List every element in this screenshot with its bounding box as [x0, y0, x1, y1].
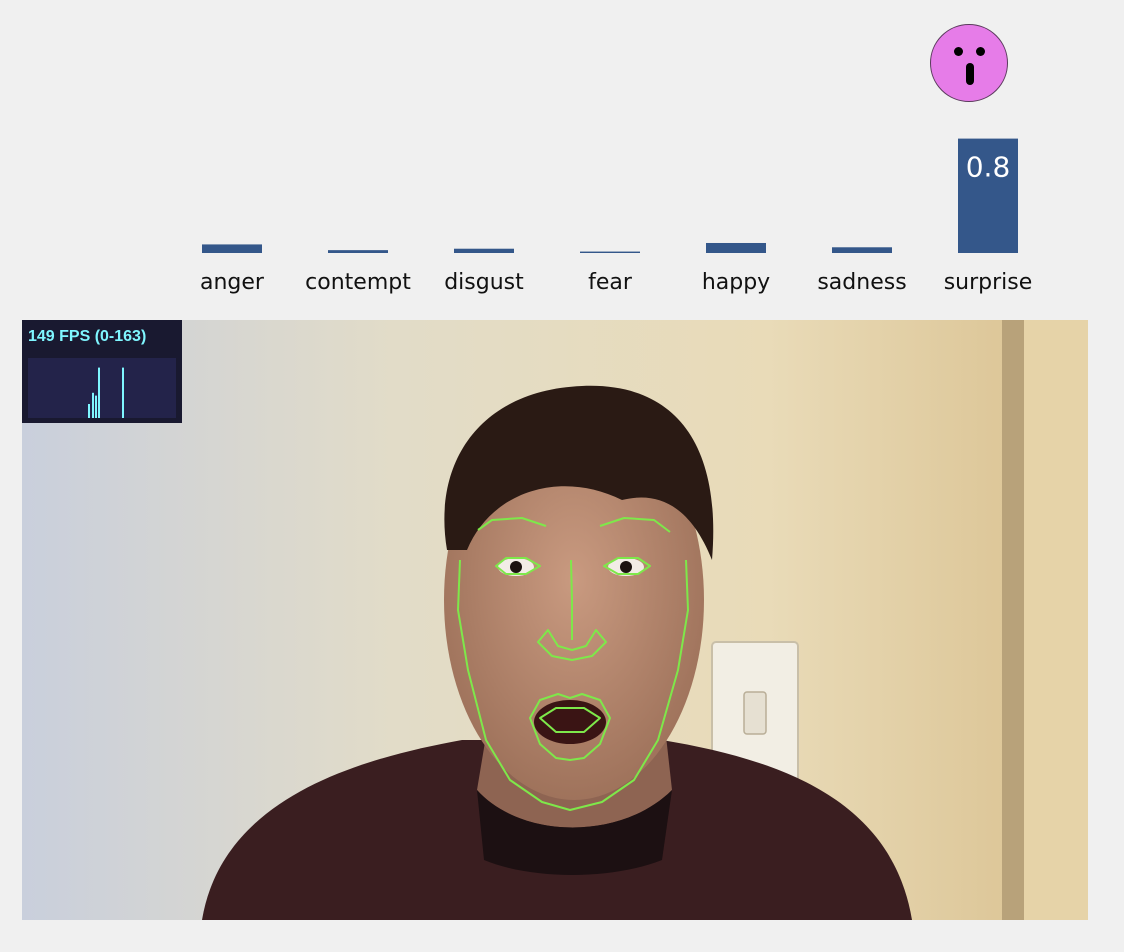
bar-disgust [454, 248, 514, 253]
fps-graph [28, 358, 176, 418]
category-label-disgust: disgust [444, 270, 524, 295]
fps-history-bar [92, 392, 94, 418]
emoji-mouth [966, 63, 974, 85]
light-switch-toggle [743, 691, 767, 735]
door-edge [1024, 320, 1088, 920]
bar-happy [706, 242, 766, 253]
fps-history-bar [122, 367, 124, 418]
category-label-anger: anger [200, 270, 265, 295]
bar-fear [580, 251, 640, 253]
fps-label: 149 FPS (0-163) [28, 328, 147, 345]
bar-sadness [832, 247, 892, 253]
surprised-face-icon [930, 24, 1008, 102]
fps-history-bar [95, 395, 97, 418]
right-pupil [620, 561, 632, 573]
fps-history-bar [98, 367, 100, 418]
nose-bridge-landmarks [570, 559, 573, 640]
emoji-right-eye [976, 47, 985, 56]
category-label-sadness: sadness [817, 270, 906, 295]
emoji-left-eye [954, 47, 963, 56]
category-label-fear: fear [588, 270, 633, 295]
fps-meter[interactable]: 149 FPS (0-163) [22, 320, 182, 423]
fps-history-bars [88, 367, 124, 418]
fps-history-bar [88, 404, 90, 418]
category-label-surprise: surprise [944, 270, 1033, 295]
left-pupil [510, 561, 522, 573]
bar-anger [202, 244, 262, 253]
category-label-happy: happy [702, 270, 770, 295]
bar-value-label-surprise: 0.8 [966, 151, 1011, 184]
door-frame [1002, 320, 1024, 920]
bar-contempt [328, 250, 388, 253]
category-label-contempt: contempt [305, 270, 411, 295]
